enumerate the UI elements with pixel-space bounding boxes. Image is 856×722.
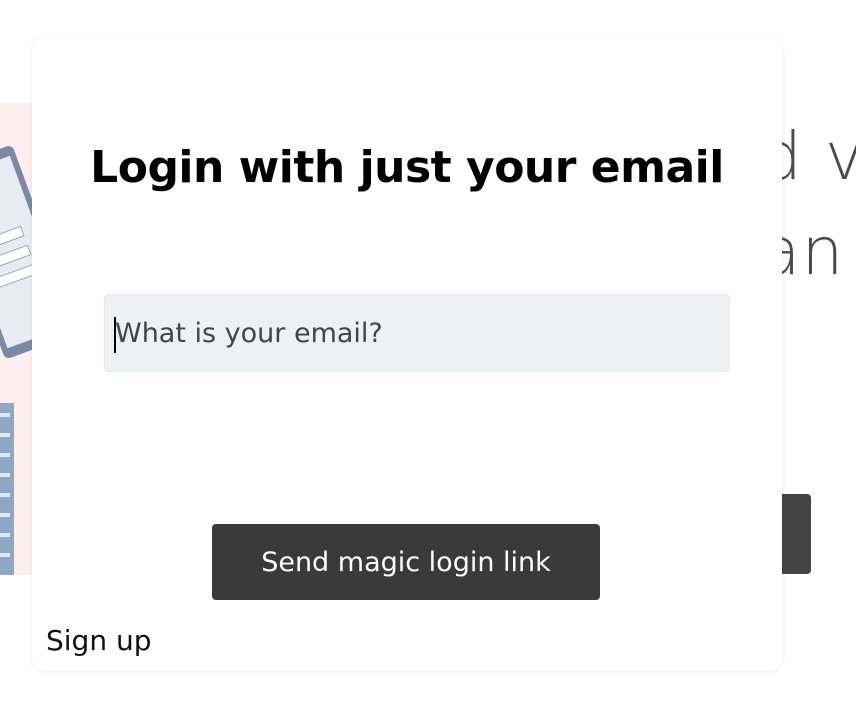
send-magic-link-button[interactable]: Send magic login link	[212, 524, 600, 600]
email-input[interactable]	[104, 294, 730, 372]
login-modal: Login with just your email Send magic lo…	[32, 38, 782, 670]
text-cursor	[114, 317, 116, 353]
modal-title: Login with just your email	[90, 142, 724, 193]
sign-up-link[interactable]: Sign up	[46, 624, 152, 657]
